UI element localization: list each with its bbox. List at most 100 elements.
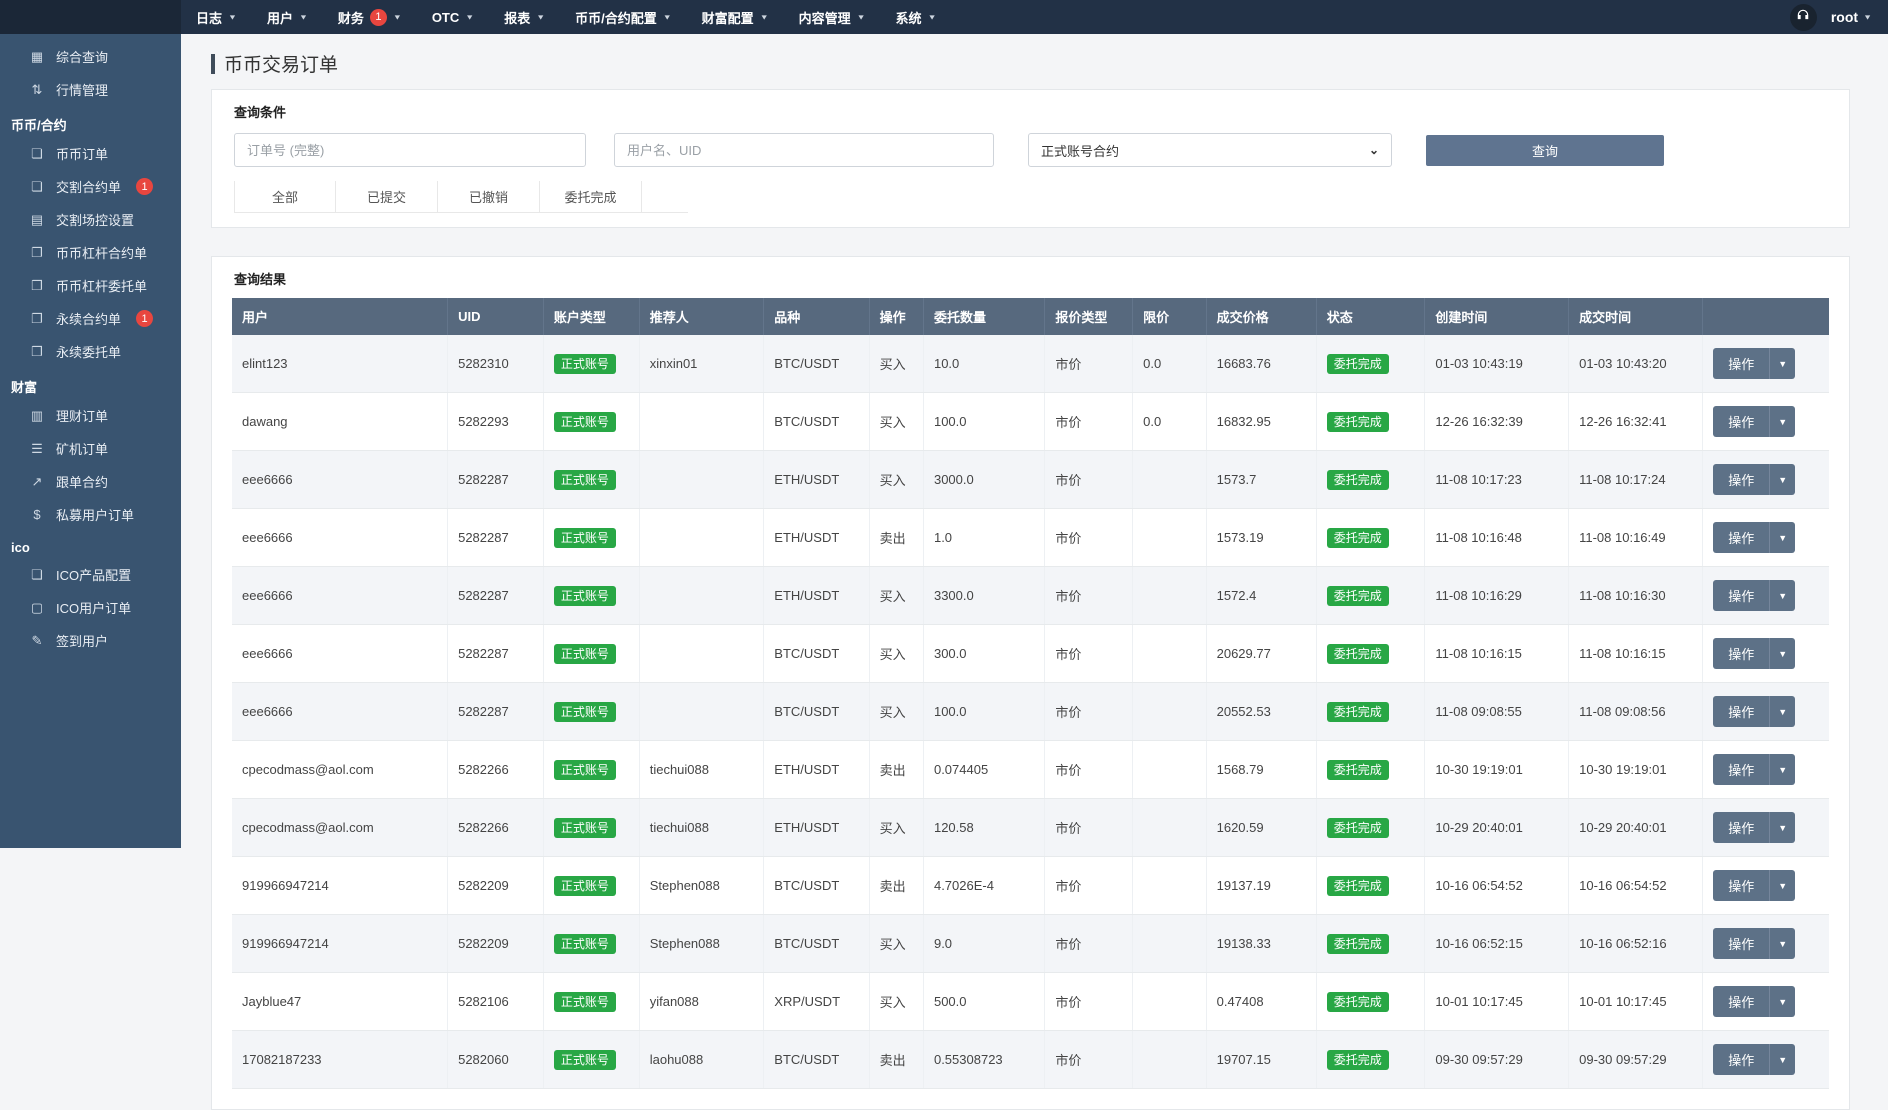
tab-spacer	[642, 181, 688, 213]
cell-symbol: ETH/USDT	[764, 451, 869, 509]
action-button[interactable]: 操作	[1713, 754, 1770, 785]
cell-user: Jayblue47	[232, 973, 448, 1031]
action-dropdown-toggle[interactable]: ▼	[1770, 580, 1795, 611]
cell-created-time: 11-08 10:17:23	[1425, 451, 1569, 509]
sidebar-item-永续合约单[interactable]: ❐永续合约单1	[0, 302, 181, 335]
search-button[interactable]: 查询	[1426, 135, 1664, 166]
cell-account-type: 正式账号	[543, 451, 639, 509]
cell-dealt-time: 11-08 10:17:24	[1569, 451, 1703, 509]
sidebar-item-矿机订单[interactable]: ☰矿机订单	[0, 432, 181, 465]
layers-icon: ☰	[29, 441, 45, 457]
status-badge: 委托完成	[1327, 876, 1389, 896]
nav-item-系统[interactable]: 系统▼	[881, 0, 952, 34]
cell-status: 委托完成	[1316, 741, 1425, 799]
sidebar-item-永续委托单[interactable]: ❒永续委托单	[0, 335, 181, 368]
action-button-group: 操作▼	[1713, 464, 1795, 495]
tab-全部[interactable]: 全部	[234, 181, 336, 213]
action-button[interactable]: 操作	[1713, 812, 1770, 843]
action-dropdown-toggle[interactable]: ▼	[1770, 1044, 1795, 1075]
cell-amount: 4.7026E-4	[923, 857, 1044, 915]
support-button[interactable]	[1790, 4, 1817, 31]
cell-price-type: 市价	[1045, 1031, 1133, 1089]
cell-user: eee6666	[232, 625, 448, 683]
action-button[interactable]: 操作	[1713, 348, 1770, 379]
action-button[interactable]: 操作	[1713, 870, 1770, 901]
user-menu[interactable]: root ▼	[1831, 9, 1872, 25]
cell-account-type: 正式账号	[543, 509, 639, 567]
nav-item-报表[interactable]: 报表▼	[489, 0, 560, 34]
sidebar-item-私募用户订单[interactable]: $私募用户订单	[0, 498, 181, 531]
action-button[interactable]: 操作	[1713, 696, 1770, 727]
cell-user: 17082187233	[232, 1031, 448, 1089]
nav-item-用户[interactable]: 用户▼	[252, 0, 323, 34]
account-type-select[interactable]: 正式账号合约 ⌄	[1028, 133, 1392, 167]
sidebar-item-币币杠杆委托单[interactable]: ❒币币杠杆委托单	[0, 269, 181, 302]
cell-account-type: 正式账号	[543, 393, 639, 451]
sidebar-item-交割场控设置[interactable]: ▤交割场控设置	[0, 203, 181, 236]
action-button[interactable]: 操作	[1713, 638, 1770, 669]
chevron-down-icon: ▼	[663, 13, 672, 21]
action-button[interactable]: 操作	[1713, 580, 1770, 611]
tab-委托完成[interactable]: 委托完成	[540, 181, 642, 213]
sidebar-item-理财订单[interactable]: ▥理财订单	[0, 399, 181, 432]
action-button[interactable]: 操作	[1713, 928, 1770, 959]
sidebar-item-交割合约单[interactable]: ❏交割合约单1	[0, 170, 181, 203]
nav-item-内容管理[interactable]: 内容管理▼	[784, 0, 881, 34]
action-dropdown-toggle[interactable]: ▼	[1770, 812, 1795, 843]
action-dropdown-toggle[interactable]: ▼	[1770, 522, 1795, 553]
action-dropdown-toggle[interactable]: ▼	[1770, 986, 1795, 1017]
sidebar-item-币币杠杆合约单[interactable]: ❐币币杠杆合约单	[0, 236, 181, 269]
action-dropdown-toggle[interactable]: ▼	[1770, 638, 1795, 669]
sidebar-item-行情管理[interactable]: ⇅行情管理	[0, 73, 181, 106]
cell-limit-price	[1133, 567, 1206, 625]
action-button[interactable]: 操作	[1713, 464, 1770, 495]
order-id-input[interactable]	[234, 133, 586, 167]
action-button[interactable]: 操作	[1713, 986, 1770, 1017]
action-dropdown-toggle[interactable]: ▼	[1770, 870, 1795, 901]
username-uid-input[interactable]	[614, 133, 994, 167]
cell-amount: 500.0	[923, 973, 1044, 1031]
tab-已提交[interactable]: 已提交	[336, 181, 438, 213]
action-dropdown-toggle[interactable]: ▼	[1770, 754, 1795, 785]
column-header-成交时间: 成交时间	[1569, 298, 1703, 335]
chevron-down-icon: ▼	[1778, 417, 1787, 427]
nav-item-币币/合约配置[interactable]: 币币/合约配置▼	[560, 0, 687, 34]
cell-referrer	[639, 509, 764, 567]
cell-uid: 5282266	[448, 741, 544, 799]
account-type-badge: 正式账号	[554, 992, 616, 1012]
cell-symbol: BTC/USDT	[764, 683, 869, 741]
action-button[interactable]: 操作	[1713, 1044, 1770, 1075]
bookmark-icon: ❏	[29, 179, 45, 195]
nav-item-财务[interactable]: 财务1▼	[323, 0, 417, 34]
sidebar-item-签到用户[interactable]: ✎签到用户	[0, 624, 181, 657]
column-header-用户: 用户	[232, 298, 448, 335]
action-dropdown-toggle[interactable]: ▼	[1770, 928, 1795, 959]
action-button[interactable]: 操作	[1713, 522, 1770, 553]
cell-user: eee6666	[232, 683, 448, 741]
sidebar-item-ICO用户订单[interactable]: ▢ICO用户订单	[0, 591, 181, 624]
nav-item-日志[interactable]: 日志▼	[181, 0, 252, 34]
sidebar-item-ICO产品配置[interactable]: ❏ICO产品配置	[0, 558, 181, 591]
action-button[interactable]: 操作	[1713, 406, 1770, 437]
account-type-badge: 正式账号	[554, 470, 616, 490]
action-dropdown-toggle[interactable]: ▼	[1770, 406, 1795, 437]
cell-created-time: 10-16 06:54:52	[1425, 857, 1569, 915]
cell-actions: 操作▼	[1703, 509, 1829, 567]
sidebar-item-综合查询[interactable]: ▦综合查询	[0, 40, 181, 73]
status-badge: 委托完成	[1327, 644, 1389, 664]
sidebar-item-label: 币币杠杆合约单	[56, 243, 147, 262]
action-dropdown-toggle[interactable]: ▼	[1770, 348, 1795, 379]
table-row: 9199669472145282209正式账号Stephen088BTC/USD…	[232, 915, 1829, 973]
sidebar-item-币币订单[interactable]: ❏币币订单	[0, 137, 181, 170]
cell-limit-price	[1133, 741, 1206, 799]
tab-已撤销[interactable]: 已撤销	[438, 181, 540, 213]
navbar-right: root ▼	[1790, 0, 1888, 34]
action-dropdown-toggle[interactable]: ▼	[1770, 696, 1795, 727]
cell-uid: 5282060	[448, 1031, 544, 1089]
nav-item-财富配置[interactable]: 财富配置▼	[687, 0, 784, 34]
table-row: cpecodmass@aol.com5282266正式账号tiechui088E…	[232, 741, 1829, 799]
action-dropdown-toggle[interactable]: ▼	[1770, 464, 1795, 495]
nav-item-OTC[interactable]: OTC▼	[417, 0, 489, 34]
sidebar-item-跟单合约[interactable]: ↗跟单合约	[0, 465, 181, 498]
results-panel-title: 查询结果	[212, 257, 1849, 288]
